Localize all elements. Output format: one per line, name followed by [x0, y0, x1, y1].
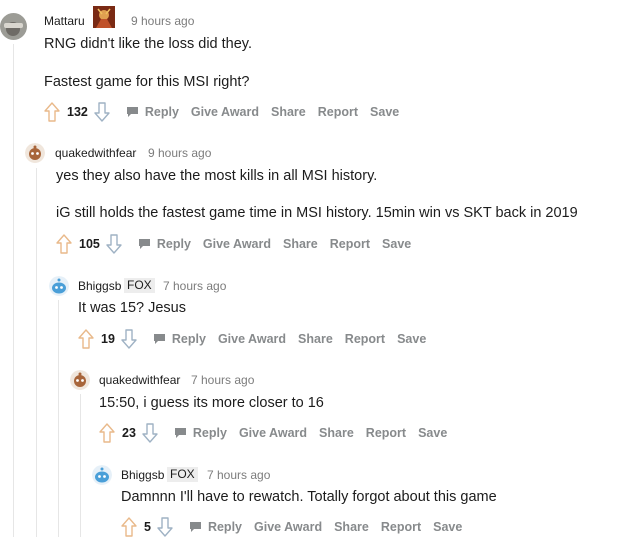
downvote-arrow-icon[interactable]	[94, 102, 110, 122]
comment-text: iG still holds the fastest game time in …	[56, 205, 578, 221]
reply-button[interactable]: Reply	[126, 105, 179, 119]
save-button[interactable]: Save	[370, 105, 399, 119]
comment-text: It was 15? Jesus	[78, 300, 186, 316]
vote-count: 5	[144, 520, 151, 534]
downvote-arrow-icon[interactable]	[106, 234, 122, 254]
vote-count: 19	[101, 332, 115, 346]
report-button[interactable]: Report	[366, 426, 406, 440]
thread-line[interactable]	[13, 44, 14, 537]
comment-text: Damnnn I'll have to rewatch. Totally for…	[121, 489, 497, 505]
thread-line[interactable]	[58, 300, 59, 537]
snoo-avatar-icon	[92, 465, 112, 485]
reply-label: Reply	[156, 237, 191, 251]
comment-actions: 5 Reply Give Award Share Report Save	[121, 516, 462, 538]
snoo-avatar-icon	[25, 143, 45, 163]
avatar[interactable]	[0, 13, 27, 40]
timestamp[interactable]: 9 hours ago	[131, 14, 194, 28]
flair-image-icon	[93, 6, 115, 28]
reply-button[interactable]: Reply	[174, 426, 227, 440]
thread-line[interactable]	[36, 168, 37, 537]
chat-bubble-icon	[153, 334, 165, 344]
timestamp[interactable]: 7 hours ago	[191, 373, 254, 387]
username[interactable]: Bhiggsb	[121, 468, 164, 482]
comment-actions: 105 Reply Give Award Share Report Save	[56, 233, 411, 255]
reply-button[interactable]: Reply	[189, 520, 242, 534]
comment-actions: 132 Reply Give Award Share Report Save	[44, 101, 399, 123]
upvote-arrow-icon[interactable]	[44, 102, 60, 122]
share-button[interactable]: Share	[283, 237, 318, 251]
timestamp[interactable]: 7 hours ago	[207, 468, 270, 482]
upvote-arrow-icon[interactable]	[99, 423, 115, 443]
user-flair: FOX	[124, 278, 155, 293]
avatar[interactable]	[49, 276, 69, 296]
reply-label: Reply	[207, 520, 242, 534]
give-award-button[interactable]: Give Award	[254, 520, 322, 534]
avatar[interactable]	[25, 143, 45, 163]
save-button[interactable]: Save	[418, 426, 447, 440]
chat-bubble-icon	[126, 107, 138, 117]
share-button[interactable]: Share	[334, 520, 369, 534]
vote-count: 23	[122, 426, 136, 440]
snoo-avatar-icon	[70, 370, 90, 390]
downvote-arrow-icon[interactable]	[121, 329, 137, 349]
share-button[interactable]: Share	[298, 332, 333, 346]
downvote-arrow-icon[interactable]	[157, 517, 173, 537]
upvote-arrow-icon[interactable]	[56, 234, 72, 254]
avatar[interactable]	[70, 370, 90, 390]
username[interactable]: Bhiggsb	[78, 279, 121, 293]
avatar[interactable]	[92, 465, 112, 485]
username[interactable]: Mattaru	[44, 14, 85, 28]
chat-bubble-icon	[189, 522, 201, 532]
comment-text: Fastest game for this MSI right?	[44, 74, 250, 90]
chat-bubble-icon	[174, 428, 186, 438]
username[interactable]: quakedwithfear	[99, 373, 180, 387]
comment-text: 15:50, i guess its more closer to 16	[99, 395, 324, 411]
thread-line[interactable]	[80, 394, 81, 537]
upvote-arrow-icon[interactable]	[78, 329, 94, 349]
give-award-button[interactable]: Give Award	[239, 426, 307, 440]
report-button[interactable]: Report	[345, 332, 385, 346]
report-button[interactable]: Report	[330, 237, 370, 251]
reply-button[interactable]: Reply	[138, 237, 191, 251]
upvote-arrow-icon[interactable]	[121, 517, 137, 537]
save-button[interactable]: Save	[382, 237, 411, 251]
vote-count: 105	[79, 237, 100, 251]
give-award-button[interactable]: Give Award	[191, 105, 259, 119]
save-button[interactable]: Save	[433, 520, 462, 534]
downvote-arrow-icon[interactable]	[142, 423, 158, 443]
vote-count: 132	[67, 105, 88, 119]
give-award-button[interactable]: Give Award	[218, 332, 286, 346]
timestamp[interactable]: 7 hours ago	[163, 279, 226, 293]
share-button[interactable]: Share	[319, 426, 354, 440]
comment-text: RNG didn't like the loss did they.	[44, 36, 253, 52]
timestamp[interactable]: 9 hours ago	[148, 146, 211, 160]
report-button[interactable]: Report	[381, 520, 421, 534]
reply-label: Reply	[192, 426, 227, 440]
user-flair: FOX	[167, 467, 198, 482]
reply-label: Reply	[171, 332, 206, 346]
comment-actions: 23 Reply Give Award Share Report Save	[99, 422, 447, 444]
comment-actions: 19 Reply Give Award Share Report Save	[78, 328, 426, 350]
give-award-button[interactable]: Give Award	[203, 237, 271, 251]
comment-text: yes they also have the most kills in all…	[56, 168, 378, 184]
reply-label: Reply	[144, 105, 179, 119]
username[interactable]: quakedwithfear	[55, 146, 136, 160]
chat-bubble-icon	[138, 239, 150, 249]
share-button[interactable]: Share	[271, 105, 306, 119]
user-avatar-icon	[0, 13, 27, 40]
reply-button[interactable]: Reply	[153, 332, 206, 346]
snoo-avatar-icon	[49, 276, 69, 296]
save-button[interactable]: Save	[397, 332, 426, 346]
report-button[interactable]: Report	[318, 105, 358, 119]
